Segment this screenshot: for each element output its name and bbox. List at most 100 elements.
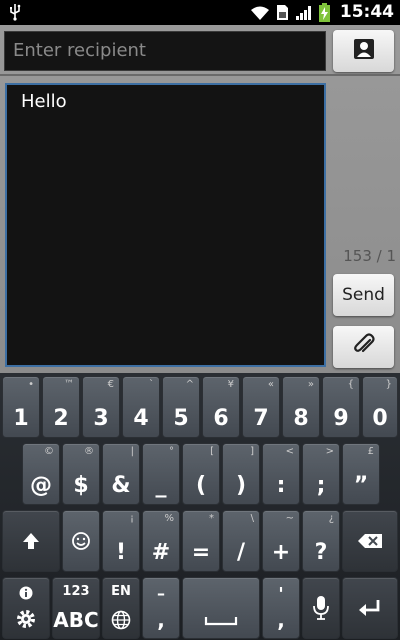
key-underscore[interactable]: ° _ — [142, 443, 180, 505]
key-label: 8 — [293, 406, 309, 431]
key-label: & — [111, 473, 131, 498]
microphone-icon — [303, 578, 339, 638]
status-time: 15:44 — [339, 2, 394, 22]
space-key[interactable] — [182, 577, 260, 639]
key-9[interactable]: {9 — [322, 376, 360, 438]
key-hint: ° — [169, 446, 174, 457]
key-hint: ] — [250, 446, 254, 457]
abc-mode-key[interactable]: 123 ABC — [52, 577, 100, 639]
voice-input-key[interactable] — [302, 577, 340, 639]
key-hint: © — [44, 446, 54, 457]
key-label: / — [236, 540, 246, 565]
language-key[interactable]: EN — [102, 577, 140, 639]
key-hint: { — [347, 379, 354, 390]
globe-icon — [103, 578, 139, 638]
key-exclamation[interactable]: ¡! — [102, 510, 140, 572]
key-label: _ — [155, 473, 167, 498]
key-hint: } — [385, 379, 392, 390]
key-hint: ¡ — [129, 513, 134, 524]
emoji-key[interactable] — [62, 510, 100, 572]
key-ampersand[interactable]: | & — [102, 443, 140, 505]
backspace-key[interactable] — [342, 510, 398, 572]
key-plus[interactable]: ~ + — [262, 510, 300, 572]
key-label: ' — [278, 584, 284, 605]
key-close-paren[interactable]: ]) — [222, 443, 260, 505]
key-hint: | — [130, 446, 134, 457]
key-equals[interactable]: * = — [182, 510, 220, 572]
enter-arrow-icon — [343, 578, 397, 638]
key-8[interactable]: » 8 — [282, 376, 320, 438]
shift-key[interactable] — [2, 510, 60, 572]
gear-icon — [3, 578, 49, 638]
key-hint: > — [325, 446, 334, 457]
key-label: 0 — [372, 406, 388, 431]
key-label: 6 — [213, 406, 229, 431]
paperclip-icon — [351, 332, 377, 362]
key-label: + — [271, 540, 291, 565]
key-1[interactable]: • 1 — [2, 376, 40, 438]
key-label: 4 — [133, 406, 149, 431]
key-hint: ^ — [185, 379, 194, 390]
key-semicolon[interactable]: >; — [302, 443, 340, 505]
space-bar-icon — [183, 578, 259, 638]
key-label: – — [157, 584, 165, 603]
key-quote[interactable]: £” — [342, 443, 380, 505]
key-hint: ® — [84, 446, 94, 457]
key-label: ; — [316, 473, 326, 498]
key-slash[interactable]: \ / — [222, 510, 260, 572]
enter-key[interactable] — [342, 577, 398, 639]
key-label: 5 — [173, 406, 189, 431]
key-label: @ — [30, 473, 52, 498]
key-7[interactable]: «7 — [242, 376, 280, 438]
key-hint: ¿ — [328, 513, 334, 524]
wifi-icon — [250, 5, 270, 25]
key-label: ( — [195, 473, 207, 498]
key-0[interactable]: } 0 — [362, 376, 398, 438]
char-counter: 153 / 1 — [343, 247, 396, 265]
key-hint: ~ — [285, 513, 294, 524]
compose-area: Enter recipient Hello 153 / 1 Send — [0, 25, 400, 373]
send-button[interactable]: Send — [333, 274, 394, 316]
key-label: 123 — [62, 584, 90, 599]
key-open-paren[interactable]: [( — [182, 443, 220, 505]
key-hint: [ — [210, 446, 214, 457]
key-hint: \ — [250, 513, 254, 524]
key-hint: ¥ — [227, 379, 234, 390]
key-6[interactable]: ¥6 — [202, 376, 240, 438]
backspace-icon — [343, 511, 397, 571]
message-input[interactable]: Hello — [5, 83, 326, 367]
key-label: 7 — [253, 406, 269, 431]
key-colon[interactable]: <: — [262, 443, 300, 505]
key-at[interactable]: © @ — [22, 443, 60, 505]
key-dash-comma[interactable]: – , — [142, 577, 180, 639]
key-apostrophe-comma[interactable]: ' , — [262, 577, 300, 639]
key-hint: ™ — [64, 379, 74, 390]
key-label: 2 — [53, 406, 69, 431]
key-label: , — [157, 608, 165, 632]
key-5[interactable]: ^ 5 — [162, 376, 200, 438]
contact-icon — [353, 38, 375, 64]
key-label: # — [151, 540, 171, 565]
signal-icon — [295, 5, 313, 25]
key-4[interactable]: ` 4 — [122, 376, 160, 438]
key-label: = — [191, 540, 211, 565]
contacts-button[interactable] — [333, 30, 394, 72]
key-question[interactable]: ¿? — [302, 510, 340, 572]
key-label: ABC — [53, 608, 99, 632]
attach-button[interactable] — [333, 326, 394, 368]
settings-key[interactable] — [2, 577, 50, 639]
recipient-input[interactable]: Enter recipient — [4, 31, 326, 71]
key-dollar[interactable]: ® $ — [62, 443, 100, 505]
key-label: 9 — [333, 406, 349, 431]
key-3[interactable]: €3 — [82, 376, 120, 438]
key-hash[interactable]: % # — [142, 510, 180, 572]
key-label: ) — [235, 473, 247, 498]
key-label: 3 — [93, 406, 109, 431]
keyboard: • 1 ™ 2 €3 ` 4 ^ 5 ¥6 «7 » 8 {9 } 0 © @ ® $ | & °… — [0, 373, 400, 640]
key-hint: « — [267, 379, 274, 390]
key-hint: * — [209, 513, 214, 524]
key-hint: £ — [367, 446, 374, 457]
key-2[interactable]: ™ 2 — [42, 376, 80, 438]
key-hint: ` — [149, 379, 154, 390]
battery-charging-icon — [319, 3, 330, 26]
